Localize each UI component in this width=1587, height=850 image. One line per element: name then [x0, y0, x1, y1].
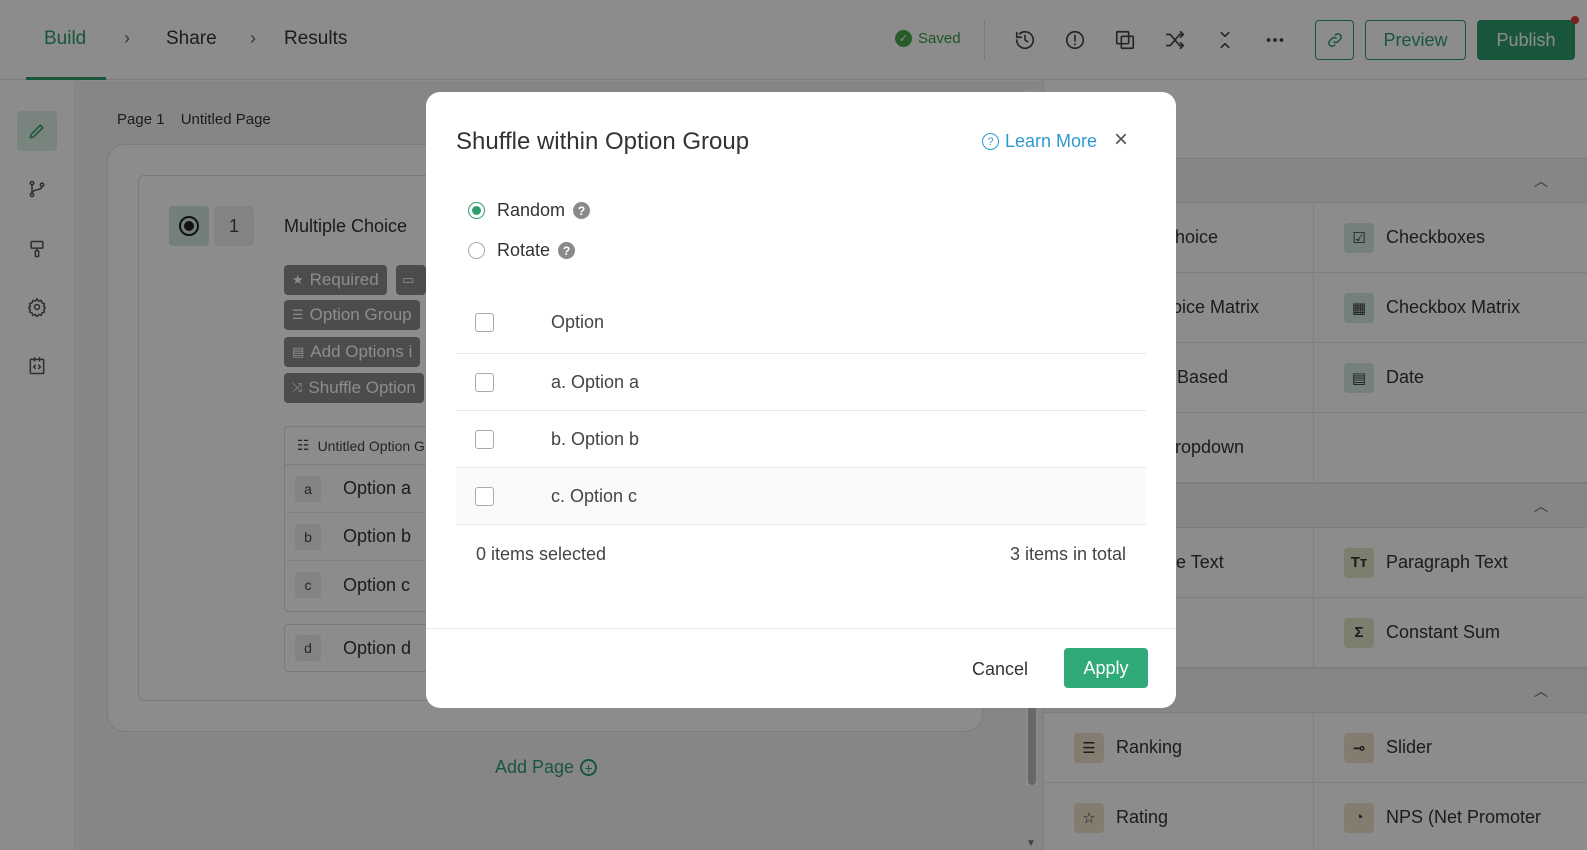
radio-random[interactable]: Random ?: [468, 200, 591, 221]
help-circle-icon: ?: [982, 133, 999, 150]
help-icon[interactable]: ?: [573, 202, 591, 219]
total-count: 3 items in total: [1009, 544, 1126, 564]
dialog-title: Shuffle within Option Group: [456, 128, 750, 155]
learn-more-link[interactable]: ? Learn More: [982, 131, 1097, 152]
table-row[interactable]: a. Option a: [456, 354, 1146, 411]
select-all-checkbox[interactable]: [475, 313, 494, 332]
divider: [426, 628, 1176, 629]
apply-button[interactable]: Apply: [1064, 648, 1148, 688]
table-row[interactable]: b. Option b: [456, 411, 1146, 468]
cancel-button[interactable]: Cancel: [972, 659, 1028, 680]
table-footer: 0 items selected 3 items in total: [456, 544, 1146, 565]
close-icon[interactable]: ×: [1114, 128, 1128, 152]
radio-button[interactable]: [468, 202, 485, 219]
shuffle-dialog: Shuffle within Option Group ? Learn More…: [426, 92, 1176, 708]
row-checkbox[interactable]: [475, 372, 494, 392]
selected-count: 0 items selected: [476, 544, 607, 564]
table-row[interactable]: c. Option c: [456, 468, 1146, 525]
column-header-option: Option: [551, 312, 605, 332]
row-checkbox[interactable]: [475, 486, 494, 506]
radio-rotate[interactable]: Rotate ?: [468, 240, 576, 261]
options-table: Option a. Option a b. Option b c. Option…: [456, 292, 1146, 525]
row-checkbox[interactable]: [475, 429, 494, 449]
radio-button[interactable]: [468, 242, 485, 259]
table-header: Option: [456, 292, 1146, 354]
help-icon[interactable]: ?: [558, 242, 576, 259]
